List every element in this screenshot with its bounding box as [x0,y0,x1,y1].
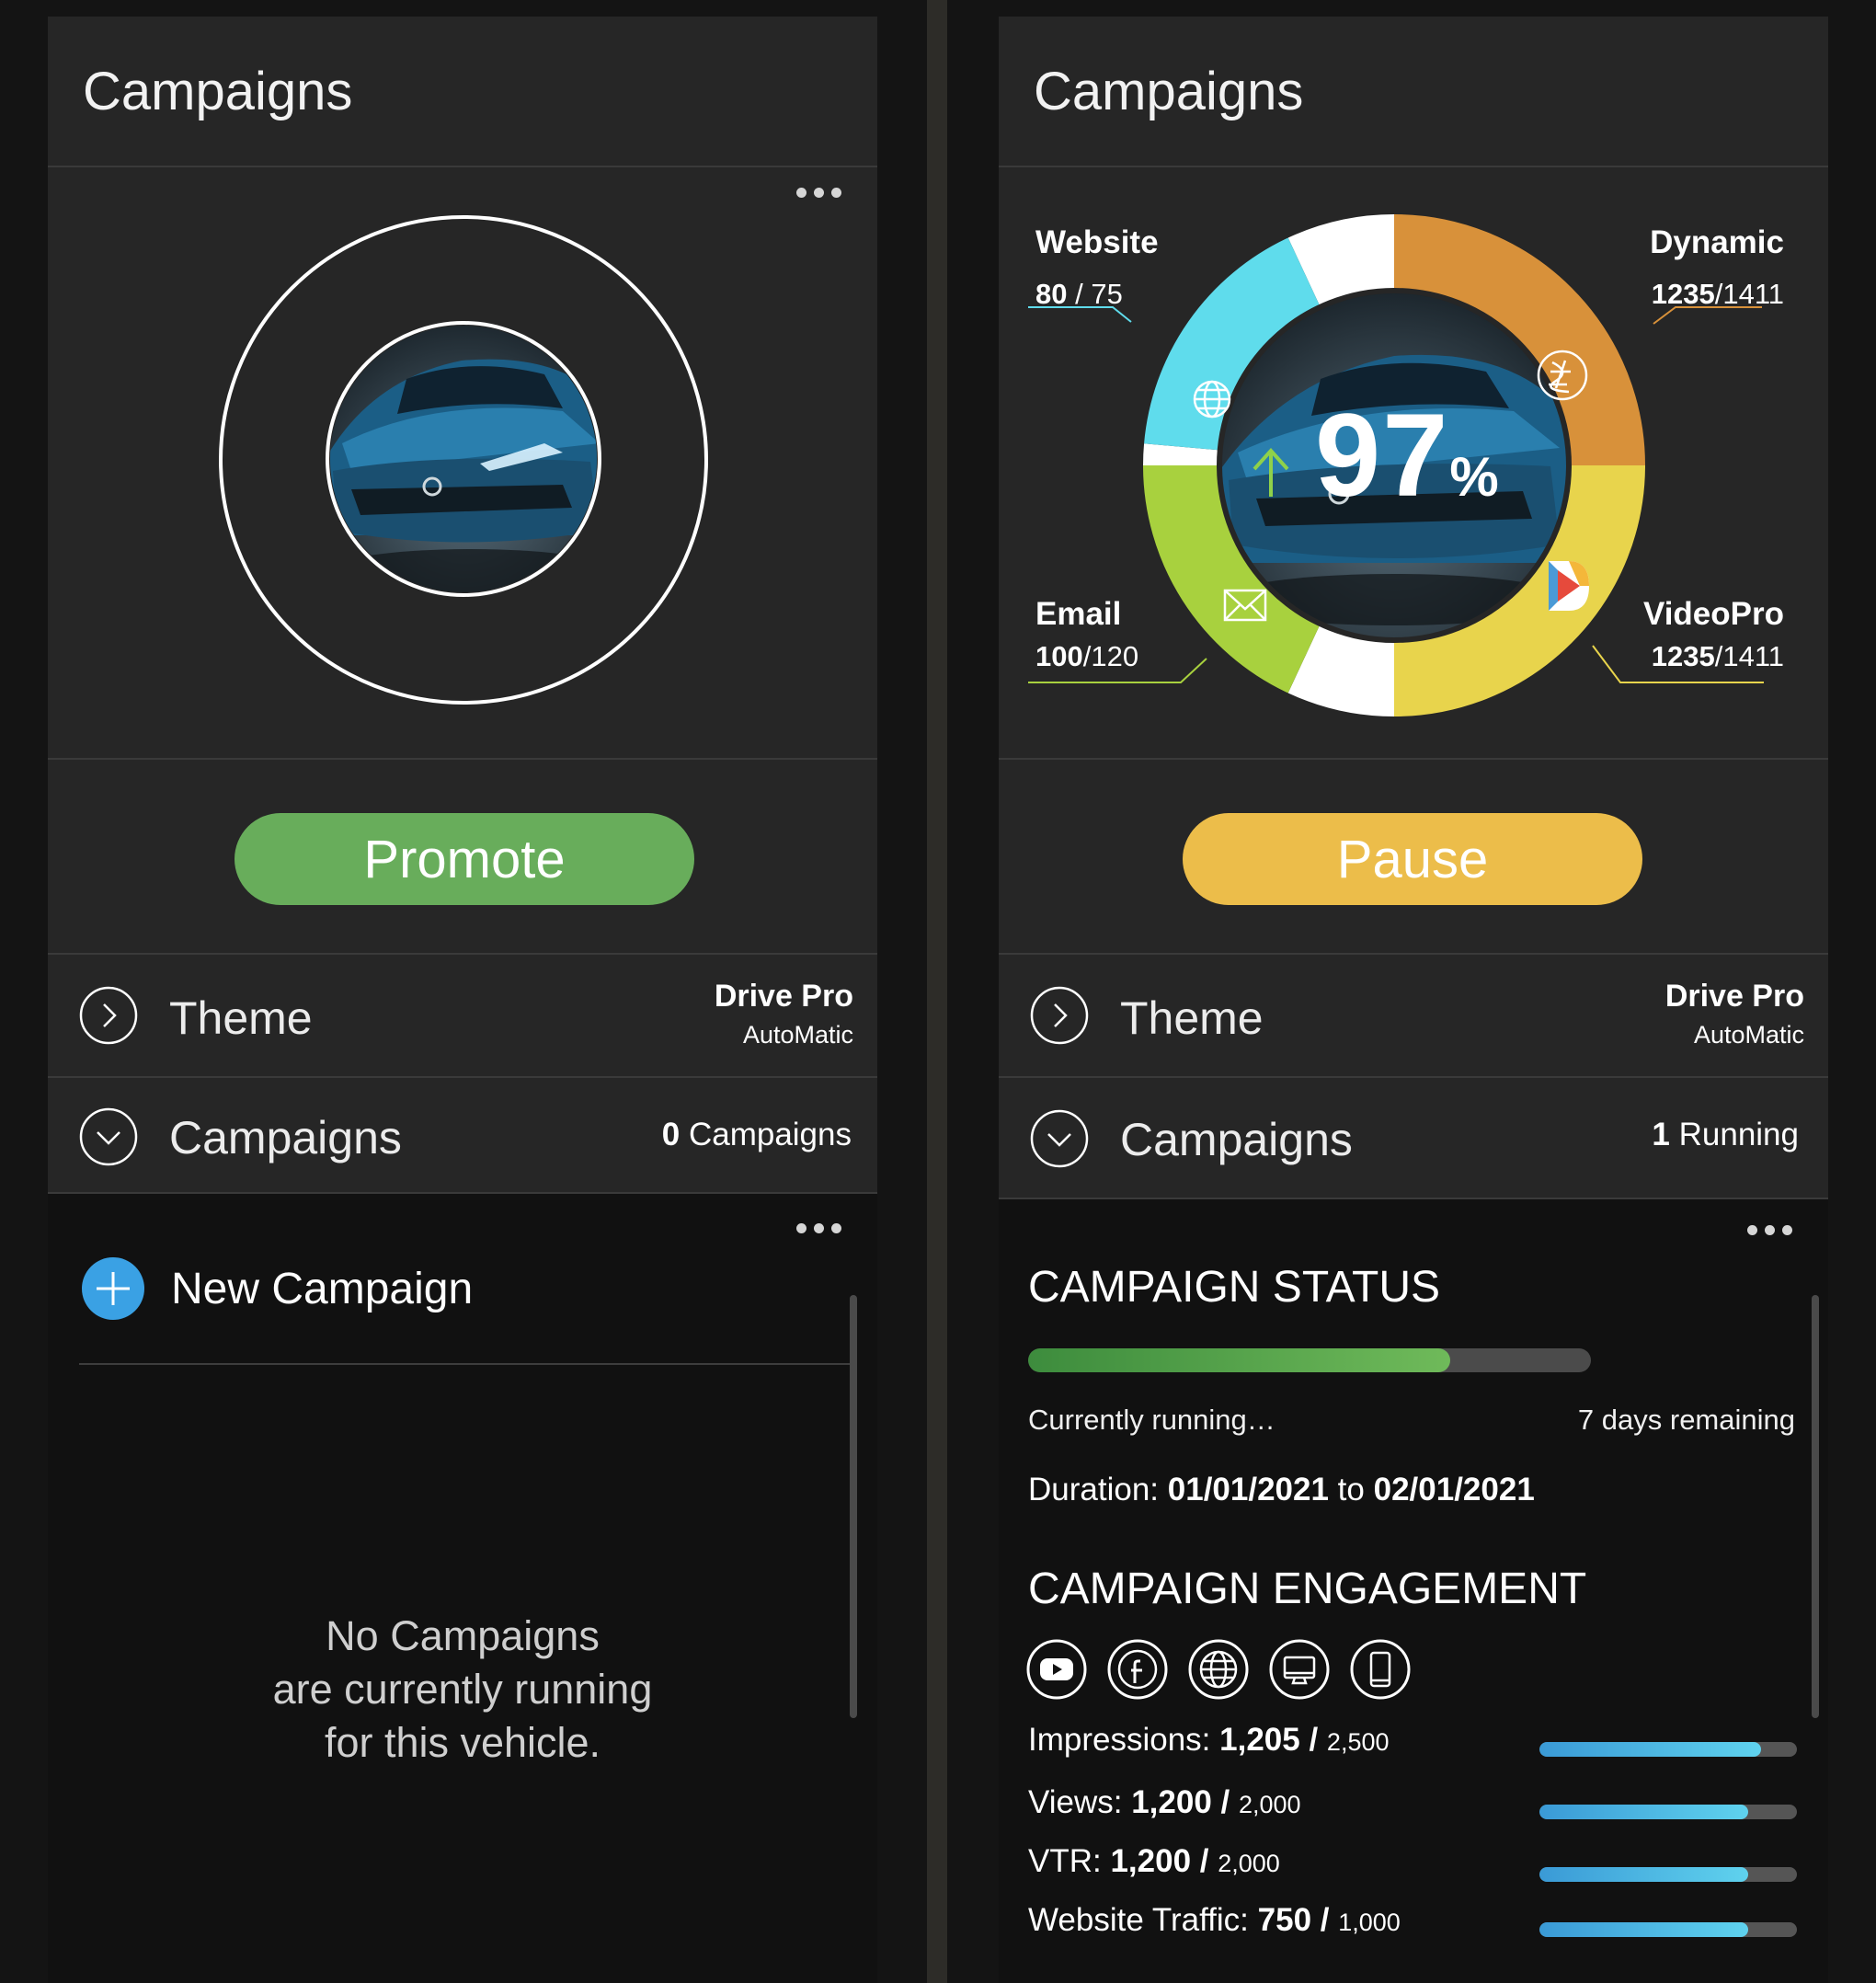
theme-subname: AutoMatic [1693,1021,1804,1049]
chevron-down-icon[interactable] [1030,1109,1089,1168]
views-metric: Views: 1,200 / 2,000 [1028,1784,1301,1820]
campaign-detail-area: CAMPAIGN STATUS Currently running… 7 day… [999,1199,1828,1983]
chevron-down-icon[interactable] [79,1107,138,1166]
more-options-icon[interactable] [796,1223,841,1233]
theme-subname: AutoMatic [742,1021,853,1049]
theme-name: Drive Pro [714,979,853,1014]
promote-button[interactable]: Promote [234,813,694,905]
mobile-icon[interactable] [1350,1639,1411,1700]
website-label: Website [1035,224,1159,260]
facebook-icon[interactable] [1107,1639,1168,1700]
website-traffic-bar [1539,1922,1797,1937]
email-value: 100/120 [1035,640,1139,672]
impressions-bar-fill [1539,1742,1761,1757]
campaign-list-area: New Campaign No Campaigns are currently … [48,1194,877,1983]
add-circle-icon[interactable] [81,1256,145,1321]
panel-title: Campaigns [1034,62,1304,121]
panel-title: Campaigns [83,62,353,121]
theme-label: Theme [1120,992,1264,1044]
panel-header: Campaigns [999,17,1828,167]
theme-label: Theme [169,992,313,1044]
pause-area: Pause [999,760,1828,955]
right-campaign-panel: Campaigns 97% Website 80 / 75 Dynamic 12… [999,17,1828,1983]
theme-name: Drive Pro [1664,979,1804,1014]
campaign-progress-fill [1028,1348,1450,1372]
gap-segment [1143,443,1219,466]
vtr-metric: VTR: 1,200 / 2,000 [1028,1843,1280,1879]
campaigns-label: Campaigns [169,1112,402,1163]
campaigns-label: Campaigns [1120,1114,1353,1165]
pause-button[interactable]: Pause [1183,813,1642,905]
youtube-icon[interactable] [1026,1639,1087,1700]
impressions-bar [1539,1742,1797,1757]
more-options-icon[interactable] [1747,1225,1792,1235]
campaign-duration: Duration: 01/01/2021 to 02/01/2021 [1028,1472,1535,1507]
campaigns-row[interactable]: Campaigns 1 Running [999,1078,1828,1199]
completion-percent: 97% [1315,390,1501,522]
campaign-status-title: CAMPAIGN STATUS [1028,1263,1441,1312]
engagement-channel-icons [1026,1639,1411,1700]
theme-row[interactable]: Theme Drive Pro AutoMatic [48,955,877,1078]
website-traffic-metric: Website Traffic: 750 / 1,000 [1028,1902,1401,1938]
vehicle-avatar [219,215,708,705]
views-bar-fill [1539,1805,1748,1819]
globe-icon[interactable] [1188,1639,1249,1700]
videopro-label: VideoPro [1642,596,1784,632]
gap-segment [1287,624,1396,716]
videopro-icon [1549,561,1589,611]
chevron-right-icon[interactable] [1030,986,1089,1045]
vtr-bar-fill [1539,1867,1748,1882]
campaign-gauge-area: 97% Website 80 / 75 Dynamic 1235/1411 Em… [999,167,1828,760]
list-divider [79,1363,852,1365]
gap-segment [1287,214,1396,307]
views-bar [1539,1805,1797,1819]
theme-row[interactable]: Theme Drive Pro AutoMatic [999,955,1828,1078]
campaigns-row[interactable]: Campaigns 0 Campaigns [48,1078,877,1194]
scrollbar[interactable] [1812,1295,1819,1718]
email-label: Email [1035,596,1122,632]
new-campaign-button[interactable]: New Campaign [171,1264,473,1314]
campaign-engagement-title: CAMPAIGN ENGAGEMENT [1028,1565,1587,1613]
impressions-metric: Impressions: 1,205 / 2,500 [1028,1722,1390,1758]
dynamic-value: 1235/1411 [1651,278,1784,310]
panel-divider [927,0,947,1983]
empty-state-message: No Campaigns are currently running for t… [272,1612,653,1766]
website-traffic-bar-fill [1539,1922,1748,1937]
dynamic-label: Dynamic [1650,224,1784,260]
campaign-progress-bar [1028,1348,1591,1372]
chevron-right-icon[interactable] [79,986,138,1045]
vtr-bar [1539,1867,1797,1882]
left-campaign-panel: Campaigns Promote Theme Drive Pro AutoMa… [48,17,877,1983]
campaigns-count: 1 Running [1652,1117,1799,1152]
desktop-icon[interactable] [1269,1639,1330,1700]
promote-area: Promote [48,760,877,955]
videopro-value: 1235/1411 [1651,640,1784,672]
website-value: 80 / 75 [1035,278,1123,310]
panel-header: Campaigns [48,17,877,167]
days-remaining-text: 7 days remaining [1577,1404,1795,1436]
running-status-text: Currently running… [1028,1404,1275,1436]
vehicle-hero [48,167,877,760]
campaigns-count: 0 Campaigns [661,1117,852,1152]
